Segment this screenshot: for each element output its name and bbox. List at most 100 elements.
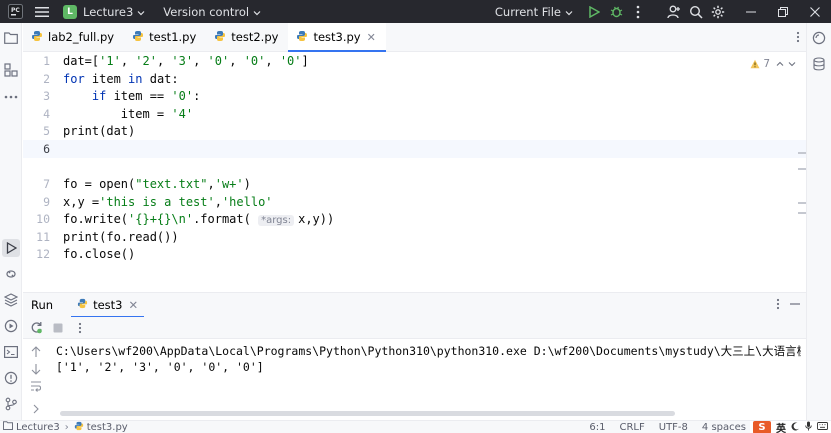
settings-button[interactable] [707, 0, 729, 23]
rerun-button[interactable] [27, 319, 45, 337]
python-packages-tool-button[interactable] [3, 266, 19, 282]
keyboard-icon[interactable] [817, 422, 828, 433]
more-vertical-icon[interactable] [776, 298, 780, 313]
code-with-me-button[interactable] [663, 0, 685, 23]
chevron-down-icon [565, 5, 573, 19]
structure-tool-button[interactable] [3, 62, 19, 78]
current-line-highlight [23, 140, 806, 158]
search-button[interactable] [685, 0, 707, 23]
scroll-marker [798, 202, 806, 204]
breadcrumb-project[interactable]: Lecture3 [16, 422, 60, 433]
more-actions-button[interactable] [71, 319, 89, 337]
more-actions-button[interactable] [627, 0, 649, 23]
chevron-right-icon [33, 404, 39, 414]
database-tool-button[interactable] [811, 56, 827, 72]
project-name: Lecture3 [83, 4, 134, 19]
more-tools-button[interactable] [3, 89, 19, 105]
warning-count: 7 [763, 58, 770, 70]
minimize-button[interactable] [735, 0, 767, 23]
version-control-selector[interactable]: Version control [163, 3, 261, 21]
soft-wrap-button[interactable] [29, 379, 43, 393]
close-tab-icon[interactable]: ✕ [367, 31, 376, 44]
indent-setting[interactable]: 4 spaces [702, 422, 746, 433]
scroll-down-button[interactable] [29, 362, 43, 376]
run-tool-button[interactable] [2, 239, 20, 257]
python-file-icon [31, 30, 43, 45]
code-line-1: dat=['1', '2', '3', '0', '0', '0'] [63, 54, 309, 68]
caret-position[interactable]: 6:1 [589, 422, 605, 433]
close-window-button[interactable] [799, 0, 831, 23]
folder-icon [4, 32, 18, 44]
breadcrumb-separator-icon: › [64, 421, 69, 433]
code-editor[interactable]: 1 2 3 4 5 6 7 9 10 11 12 dat=['1', '2', … [23, 52, 806, 276]
code-line-9: x,y ='this is a test','hello' [63, 195, 273, 209]
moon-icon[interactable] [791, 421, 800, 433]
services-icon [4, 319, 18, 333]
console-output[interactable]: C:\Users\wf200\AppData\Local\Programs\Py… [56, 339, 801, 420]
chevron-up-icon[interactable] [776, 58, 784, 70]
bug-icon [610, 6, 622, 18]
terminal-tool-button[interactable] [3, 344, 19, 360]
stop-button[interactable] [49, 319, 67, 337]
scroll-up-button[interactable] [29, 345, 43, 359]
input-method-bar: S 英 [750, 421, 831, 433]
tab-label: test3.py [313, 30, 361, 44]
file-encoding[interactable]: UTF-8 [659, 422, 688, 433]
main-menu-icon[interactable] [33, 3, 51, 21]
run-icon [589, 5, 600, 18]
python-file-icon [296, 30, 308, 45]
microphone-icon[interactable] [805, 421, 812, 433]
project-tool-button[interactable] [3, 30, 19, 46]
left-tool-strip [0, 23, 22, 420]
tab-test3-py[interactable]: test3.py ✕ [288, 23, 387, 52]
expand-button[interactable] [29, 402, 43, 416]
project-selector[interactable]: L Lecture3 [63, 3, 145, 21]
sogou-logo-icon[interactable]: S [753, 421, 771, 433]
debug-button[interactable] [605, 0, 627, 23]
run-tab-test3[interactable]: test3 ✕ [71, 293, 145, 318]
services-tool-button[interactable] [3, 318, 19, 334]
code-line-4: item = '4' [63, 107, 194, 121]
tab-test2-py[interactable]: test2.py [206, 23, 288, 51]
code-line-11: print(fo.read()) [63, 230, 179, 244]
tab-lab2-full-py[interactable]: lab2_full.py [23, 23, 124, 51]
more-vertical-icon [78, 322, 82, 333]
python-file-icon [77, 298, 88, 312]
code-line-5: print(dat) [63, 124, 136, 138]
minimize-icon [746, 11, 756, 12]
rerun-icon [31, 322, 42, 334]
run-configuration-selector[interactable]: Current File [495, 5, 573, 19]
ime-mode[interactable]: 英 [776, 420, 786, 433]
scroll-marker [798, 168, 806, 170]
gear-icon [711, 5, 725, 18]
tabs-more-button[interactable] [796, 31, 800, 46]
scroll-marker [798, 152, 806, 154]
line-number: 5 [43, 124, 50, 138]
notifications-tool-button[interactable] [811, 30, 827, 46]
close-tab-icon[interactable]: ✕ [128, 298, 138, 312]
console-line: C:\Users\wf200\AppData\Local\Programs\Py… [56, 344, 801, 358]
right-tool-strip [806, 23, 831, 420]
soft-wrap-icon [31, 381, 42, 392]
line-number: 11 [36, 230, 50, 244]
chevron-down-icon[interactable] [788, 58, 796, 70]
problems-tool-button[interactable] [3, 370, 19, 386]
line-separator[interactable]: CRLF [619, 422, 644, 433]
line-number: 10 [36, 212, 50, 226]
breadcrumb-file[interactable]: test3.py [87, 422, 128, 433]
console-horizontal-scrollbar[interactable] [60, 411, 675, 416]
run-panel-title: Run [31, 298, 54, 312]
editor-tabs: lab2_full.py test1.py test2.py test3.py … [23, 23, 806, 52]
git-tool-button[interactable] [3, 396, 19, 412]
minimize-panel-icon[interactable] [790, 298, 800, 313]
run-button[interactable] [583, 0, 605, 23]
chevron-down-icon [137, 5, 145, 19]
layers-tool-button[interactable] [3, 292, 19, 308]
warning-icon [750, 59, 760, 69]
restore-button[interactable] [767, 0, 799, 23]
inspection-widget[interactable]: 7 [750, 58, 796, 70]
tab-test1-py[interactable]: test1.py [124, 23, 206, 51]
tab-label: lab2_full.py [48, 30, 115, 44]
title-bar: PC L Lecture3 Version control Current Fi… [0, 0, 831, 23]
breadcrumb: Lecture3 › test3.py [3, 421, 128, 433]
